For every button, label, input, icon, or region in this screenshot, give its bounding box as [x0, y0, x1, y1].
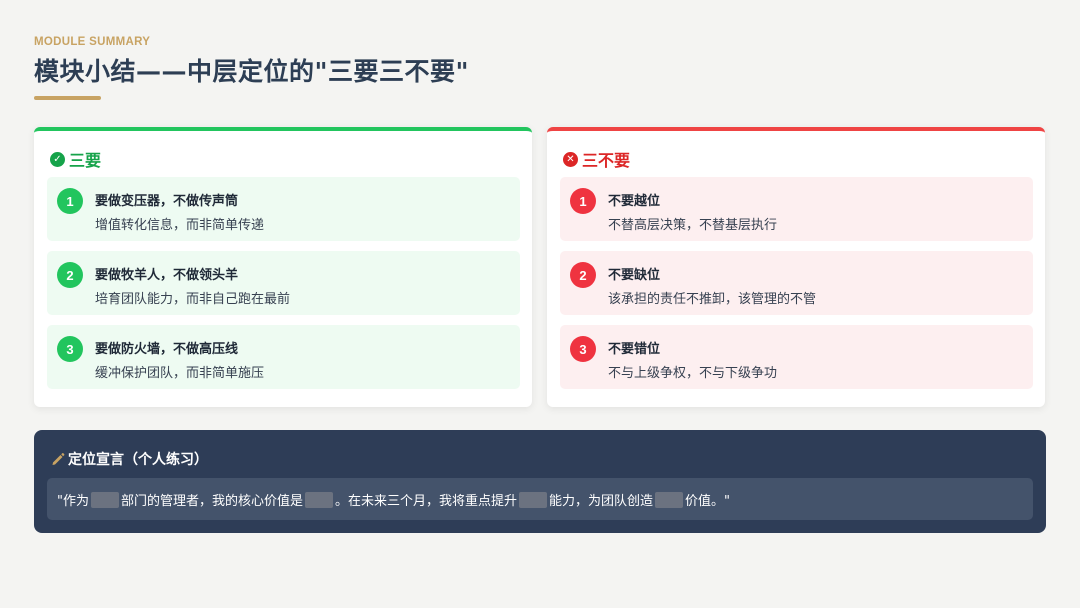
- declaration-box: "作为 部门的管理者，我的核心价值是 。在未来三个月，我将重点提升 能力，为团队创造 价…: [47, 478, 1033, 520]
- item-number-badge: 2: [570, 262, 596, 288]
- declaration-segment: 部门的管理者，我的核心价值是: [120, 494, 303, 509]
- item-number-badge: 1: [570, 188, 596, 214]
- declaration-text: "作为 部门的管理者，我的核心价值是 。在未来三个月，我将重点提升 能力，为团队创造 价…: [57, 490, 730, 509]
- item-description: 缓冲保护团队，而非简单施压: [95, 366, 265, 381]
- fill-blank[interactable]: [305, 492, 333, 508]
- dont-card-header: ✕ 三不要: [563, 147, 630, 171]
- do-item: 1 要做变压器，不做传声筒 增值转化信息，而非简单传递: [47, 177, 520, 241]
- title-underline: [34, 96, 101, 100]
- declaration-panel: 定位宣言（个人练习） "作为 部门的管理者，我的核心价值是 。在未来三个月，我将重点…: [34, 430, 1046, 533]
- dont-card-title: 三不要: [582, 151, 631, 170]
- declaration-segment: "作为: [57, 494, 89, 509]
- pencil-icon: [52, 453, 65, 465]
- item-description: 不与上级争权，不与下级争功: [608, 366, 778, 381]
- x-circle-icon: ✕: [563, 151, 578, 167]
- item-title: 要做防火墙，不做高压线: [95, 342, 239, 357]
- item-title: 要做变压器，不做传声筒: [95, 194, 239, 209]
- declaration-segment: 价值。": [685, 494, 731, 509]
- declaration-segment: 。在未来三个月，我将重点提升: [335, 494, 518, 509]
- check-circle-icon: ✓: [50, 151, 65, 167]
- do-card-header: ✓ 三要: [50, 147, 101, 171]
- fill-blank[interactable]: [519, 492, 548, 508]
- declaration-header: 定位宣言（个人练习）: [50, 449, 208, 469]
- dont-item: 3 不要错位 不与上级争权，不与下级争功: [560, 325, 1033, 389]
- item-title: 不要越位: [608, 194, 661, 209]
- do-card-title: 三要: [69, 151, 102, 170]
- item-description: 不替高层决策，不替基层执行: [608, 218, 778, 233]
- item-description: 该承担的责任不推卸，该管理的不管: [608, 292, 817, 307]
- do-card: ✓ 三要 1 要做变压器，不做传声筒 增值转化信息，而非简单传递 2 要做牧羊人…: [34, 127, 532, 407]
- dont-item: 1 不要越位 不替高层决策，不替基层执行: [560, 177, 1033, 241]
- page-title: 模块小结——中层定位的"三要三不要": [34, 57, 470, 86]
- item-number-badge: 2: [57, 262, 83, 288]
- item-number-badge: 3: [570, 336, 596, 362]
- item-number-badge: 1: [57, 188, 83, 214]
- item-title: 要做牧羊人，不做领头羊: [95, 268, 239, 283]
- item-title: 不要错位: [608, 342, 661, 357]
- do-item: 2 要做牧羊人，不做领头羊 培育团队能力，而非自己跑在最前: [47, 251, 520, 315]
- header: MODULE SUMMARY 模块小结——中层定位的"三要三不要": [34, 36, 469, 100]
- declaration-segment: 能力，为团队创造: [549, 494, 654, 509]
- dont-item: 2 不要缺位 该承担的责任不推卸，该管理的不管: [560, 251, 1033, 315]
- item-title: 不要缺位: [608, 268, 661, 283]
- fill-blank[interactable]: [655, 492, 684, 508]
- declaration-title: 定位宣言（个人练习）: [68, 452, 208, 468]
- item-number-badge: 3: [57, 336, 83, 362]
- item-description: 增值转化信息，而非简单传递: [95, 218, 265, 233]
- fill-blank[interactable]: [90, 492, 119, 508]
- do-item: 3 要做防火墙，不做高压线 缓冲保护团队，而非简单施压: [47, 325, 520, 389]
- dont-card: ✕ 三不要 1 不要越位 不替高层决策，不替基层执行 2 不要缺位 该承担的责任…: [547, 127, 1045, 407]
- section-kicker: MODULE SUMMARY: [34, 36, 151, 48]
- item-description: 培育团队能力，而非自己跑在最前: [95, 292, 291, 307]
